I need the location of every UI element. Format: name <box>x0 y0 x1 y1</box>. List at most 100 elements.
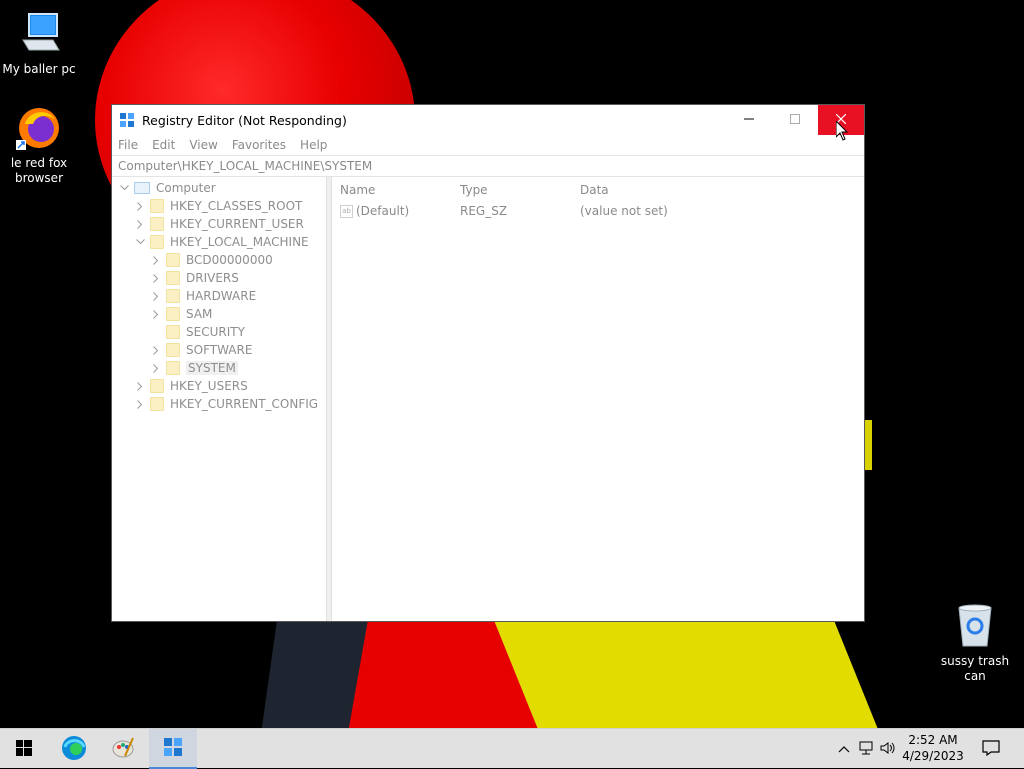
menu-file[interactable]: File <box>118 138 138 152</box>
column-header-data[interactable]: Data <box>580 183 609 197</box>
tree-item-label: HKEY_CURRENT_CONFIG <box>170 397 319 411</box>
folder-icon <box>150 397 164 411</box>
tree-item-label: SAM <box>186 307 213 321</box>
title-bar[interactable]: Registry Editor (Not Responding) <box>112 105 864 141</box>
folder-icon <box>166 307 180 321</box>
desktop-icon-recycle-bin[interactable]: sussy trash can <box>937 602 1013 684</box>
tree-item-hkey-current-user[interactable]: HKEY_CURRENT_USER <box>134 215 304 233</box>
tree-item-label: SYSTEM <box>186 361 238 375</box>
tree-item-label: Computer <box>156 181 216 195</box>
clock[interactable]: 2:52 AM 4/29/2023 <box>898 732 968 764</box>
string-value-icon: ab <box>340 205 353 218</box>
tree-item-hkey-users[interactable]: HKEY_USERS <box>134 377 248 395</box>
folder-icon <box>150 379 164 393</box>
tree-item-label: HKEY_CURRENT_USER <box>170 217 304 231</box>
menu-view[interactable]: View <box>189 138 217 152</box>
tree-item-hkey-classes-root[interactable]: HKEY_CLASSES_ROOT <box>134 197 302 215</box>
chevron-right-icon[interactable] <box>150 290 162 302</box>
volume-icon[interactable] <box>880 741 896 758</box>
chevron-right-icon[interactable] <box>134 218 146 230</box>
maximize-icon <box>790 113 800 127</box>
tree-item-label: SECURITY <box>186 325 245 339</box>
chevron-right-icon[interactable] <box>150 344 162 356</box>
computer-icon <box>134 182 150 194</box>
list-header: Name Type Data <box>332 183 864 201</box>
registry-editor-window[interactable]: Registry Editor (Not Responding) File Ed… <box>112 105 864 621</box>
folder-icon <box>166 289 180 303</box>
registry-editor-icon <box>120 113 134 127</box>
taskbar-paint[interactable] <box>99 729 147 769</box>
tree-item-drivers[interactable]: DRIVERS <box>150 269 239 287</box>
list-item[interactable]: ab (Default) REG_SZ (value not set) <box>332 204 864 222</box>
values-list[interactable]: Name Type Data ab (Default) REG_SZ (valu… <box>332 177 864 621</box>
minimize-icon <box>744 113 754 127</box>
computer-icon <box>15 10 63 58</box>
taskbar-edge[interactable] <box>50 729 98 769</box>
folder-icon <box>150 217 164 231</box>
chevron-down-icon[interactable] <box>118 182 130 194</box>
value-type: REG_SZ <box>460 204 508 218</box>
tree-item-label: SOFTWARE <box>186 343 253 357</box>
folder-icon <box>166 343 180 357</box>
tree-item-software[interactable]: SOFTWARE <box>150 341 252 359</box>
menu-bar: File Edit View Favorites Help <box>112 135 864 155</box>
clock-date: 4/29/2023 <box>902 749 964 763</box>
menu-favorites[interactable]: Favorites <box>232 138 286 152</box>
paint-icon <box>111 736 135 763</box>
start-icon <box>16 739 32 759</box>
tree-item-hkey-current-config[interactable]: HKEY_CURRENT_CONFIG <box>134 395 318 413</box>
system-tray <box>838 729 896 769</box>
column-header-type[interactable]: Type <box>460 183 488 197</box>
folder-icon <box>150 235 164 249</box>
chevron-right-icon[interactable] <box>150 272 162 284</box>
chevron-up-icon[interactable] <box>838 742 850 756</box>
desktop-icon-firefox[interactable]: le red fox browser <box>1 104 77 186</box>
folder-icon <box>166 271 180 285</box>
action-center-button[interactable] <box>968 729 1014 769</box>
chevron-right-icon[interactable] <box>150 254 162 266</box>
folder-icon <box>166 253 180 267</box>
tree-item-hkey-local-machine[interactable]: HKEY_LOCAL_MACHINE <box>134 233 309 251</box>
menu-edit[interactable]: Edit <box>152 138 175 152</box>
chevron-right-icon[interactable] <box>150 308 162 320</box>
registry-editor-icon <box>162 736 184 761</box>
folder-icon <box>166 325 180 339</box>
tree-item-label: HKEY_LOCAL_MACHINE <box>170 235 309 249</box>
start-button[interactable] <box>0 729 48 769</box>
minimize-button[interactable] <box>726 105 772 135</box>
tree-item-label: HKEY_CLASSES_ROOT <box>170 199 303 213</box>
network-icon[interactable] <box>858 741 874 758</box>
tree-item-security[interactable]: SECURITY <box>150 323 245 341</box>
maximize-button[interactable] <box>772 105 818 135</box>
chevron-down-icon[interactable] <box>134 236 146 248</box>
desktop-icon-my-pc[interactable]: My baller pc <box>1 10 77 77</box>
folder-icon <box>150 199 164 213</box>
key-tree[interactable]: Computer HKEY_CLASSES_ROOT HKEY_CURRENT_… <box>112 177 327 621</box>
address-bar[interactable]: Computer\HKEY_LOCAL_MACHINE\SYSTEM <box>112 155 864 177</box>
firefox-icon <box>15 104 63 152</box>
desktop-icon-label: le red fox browser <box>10 156 68 185</box>
tree-item-system[interactable]: SYSTEM <box>150 359 238 377</box>
value-name: (Default) <box>356 204 410 218</box>
tree-item-bcd[interactable]: BCD00000000 <box>150 251 273 269</box>
chevron-right-icon[interactable] <box>150 362 162 374</box>
window-title: Registry Editor (Not Responding) <box>142 112 347 128</box>
chevron-right-icon[interactable] <box>134 200 146 212</box>
chevron-right-icon[interactable] <box>134 398 146 410</box>
edge-icon <box>61 735 87 764</box>
tree-item-sam[interactable]: SAM <box>150 305 212 323</box>
tree-item-label: HKEY_USERS <box>170 379 248 393</box>
value-data: (value not set) <box>580 204 668 218</box>
recycle-bin-icon <box>951 602 999 650</box>
tree-item-hardware[interactable]: HARDWARE <box>150 287 256 305</box>
chevron-right-icon[interactable] <box>134 380 146 392</box>
tree-item-label: HARDWARE <box>186 289 257 303</box>
tree-item-computer[interactable]: Computer <box>118 179 216 197</box>
menu-help[interactable]: Help <box>300 138 327 152</box>
taskbar-registry-editor[interactable] <box>149 729 197 769</box>
folder-icon <box>166 361 180 375</box>
taskbar: 2:52 AM 4/29/2023 <box>0 728 1024 769</box>
desktop-icon-label: sussy trash can <box>940 654 1010 683</box>
tree-item-label: BCD00000000 <box>186 253 273 267</box>
column-header-name[interactable]: Name <box>340 183 375 197</box>
